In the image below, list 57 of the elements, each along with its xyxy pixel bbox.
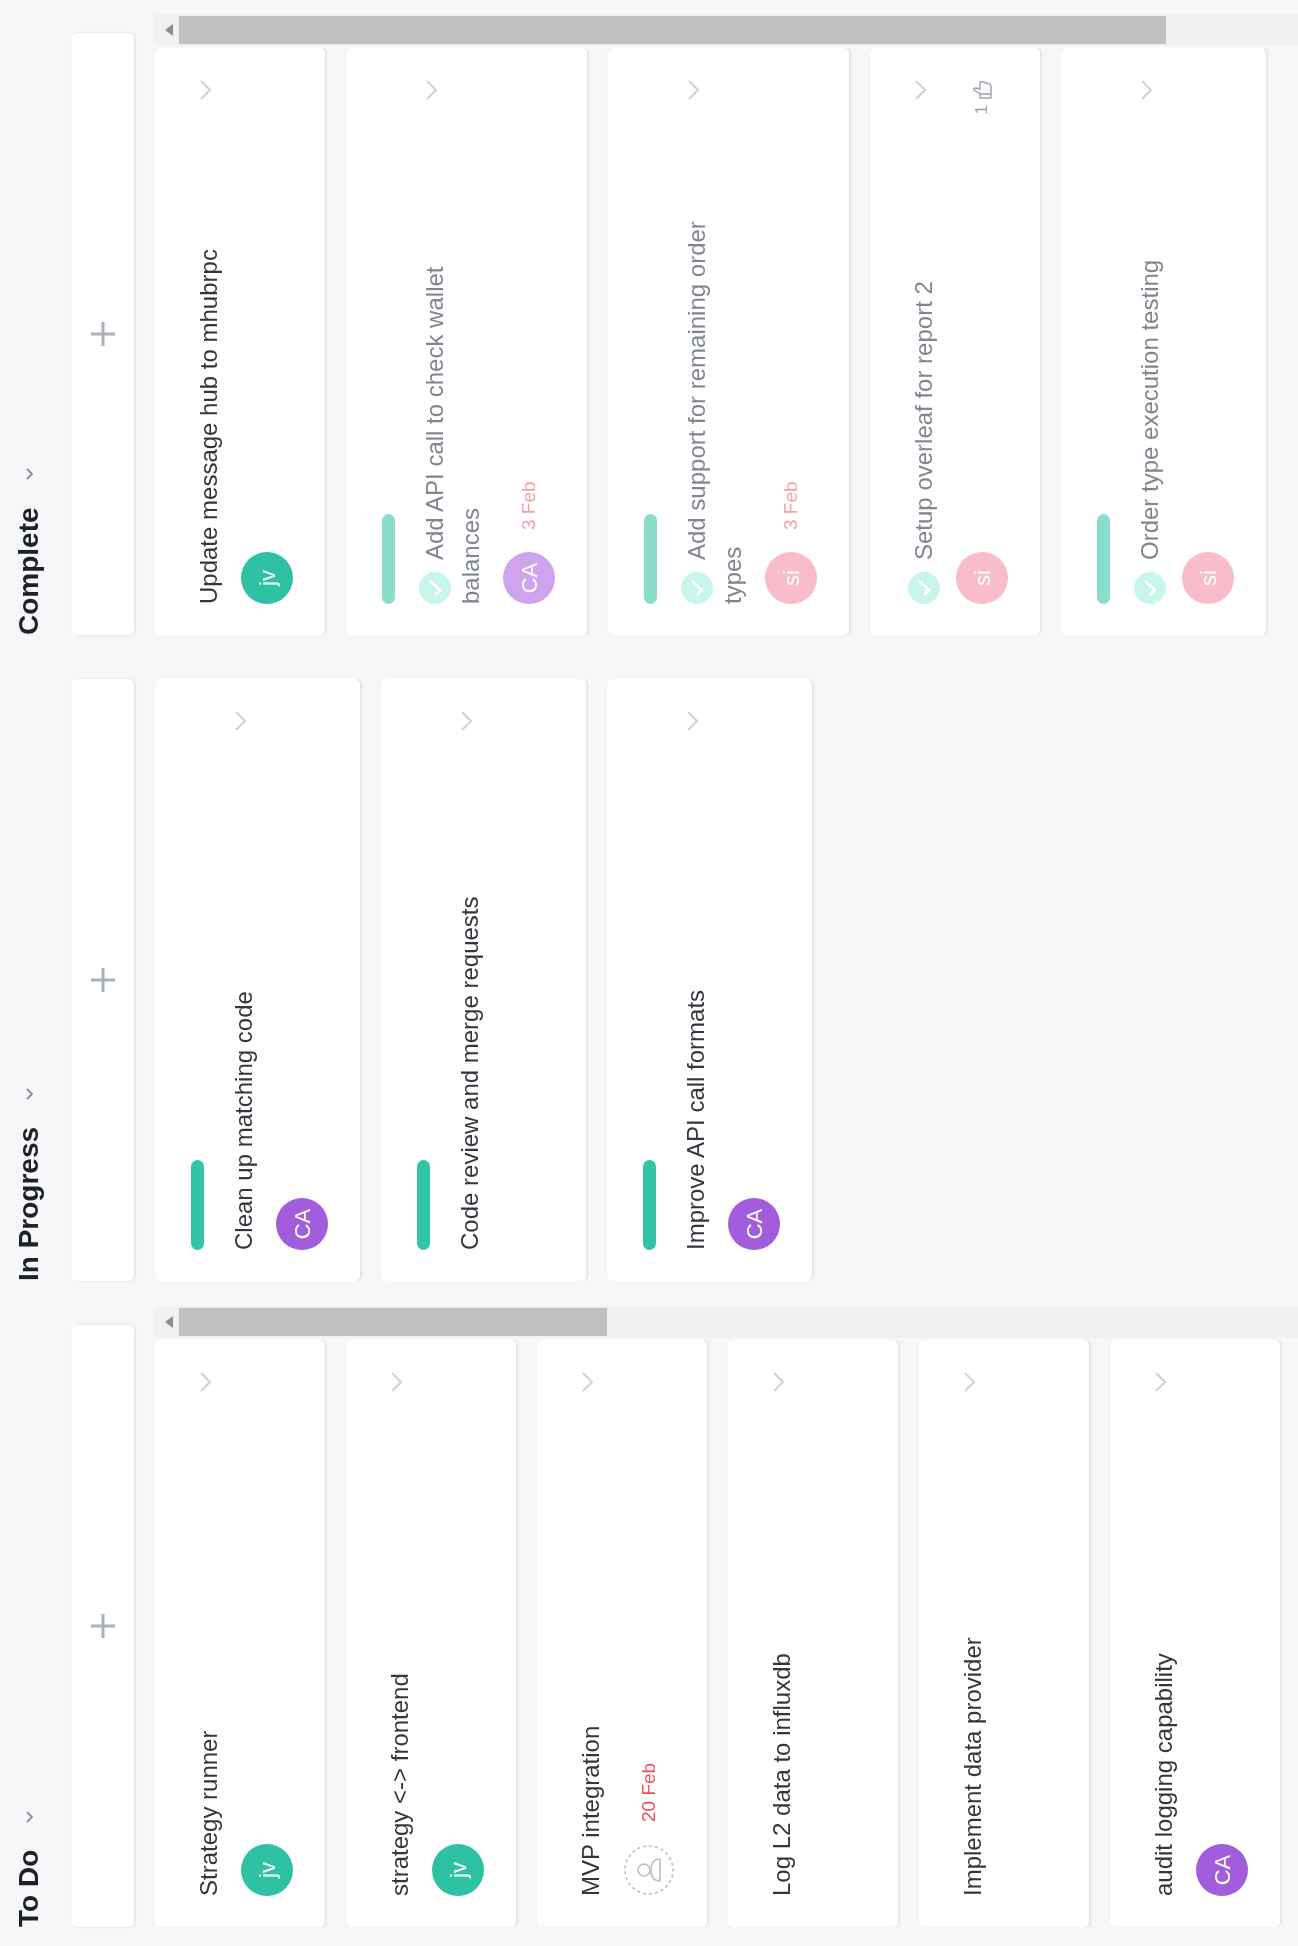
- avatar: si: [765, 552, 817, 604]
- avatar: jv: [241, 552, 293, 604]
- avatar: CA: [1196, 1844, 1248, 1896]
- thumbs-up-icon: [971, 79, 993, 101]
- task-card[interactable]: Clean up matching code CA: [155, 679, 360, 1281]
- task-card[interactable]: Code review and merge requests: [381, 679, 586, 1281]
- card-title: Add API call to check wallet balances: [421, 266, 484, 604]
- triangle-arrow-icon: [165, 24, 173, 36]
- task-card[interactable]: Implement data provider: [919, 1340, 1089, 1927]
- avatar: si: [956, 552, 1008, 604]
- task-card[interactable]: Log L2 data to influxdb: [728, 1340, 898, 1927]
- card-title: strategy <-> frontend: [386, 1673, 413, 1896]
- like-count: 1: [971, 105, 993, 115]
- card-title: Log L2 data to influxdb: [768, 1653, 795, 1896]
- due-date: 20 Feb: [636, 1762, 660, 1822]
- scrollbar-thumb[interactable]: [179, 1308, 607, 1336]
- card-title: Strategy runner: [195, 1730, 222, 1896]
- avatar: CA: [728, 1198, 780, 1250]
- card-title: Code review and merge requests: [456, 896, 483, 1250]
- card-title: Order type execution testing: [1136, 259, 1163, 560]
- task-card[interactable]: Add API call to check wallet balances CA 3 Feb: [346, 48, 587, 635]
- plus-icon: [89, 1612, 117, 1640]
- card-title: audit logging capability: [1150, 1653, 1177, 1896]
- avatar: jv: [432, 1844, 484, 1896]
- avatar: jv: [241, 1844, 293, 1896]
- plus-icon: [89, 320, 117, 348]
- triangle-arrow-icon: [165, 1316, 173, 1328]
- avatar: si: [1182, 552, 1234, 604]
- card-title: Clean up matching code: [230, 991, 257, 1250]
- unassigned-avatar-icon: [623, 1844, 675, 1896]
- task-card[interactable]: audit logging capability CA: [1110, 1340, 1280, 1927]
- column-title: Complete: [12, 507, 45, 635]
- column-title: To Do: [12, 1849, 45, 1927]
- due-date: 3 Feb: [516, 481, 540, 530]
- add-card-button[interactable]: [72, 679, 134, 1281]
- card-title: Update message hub to mhubrpc: [195, 249, 222, 604]
- task-card[interactable]: Add support for remaining order types si 3 Feb: [608, 48, 849, 635]
- add-card-button[interactable]: [72, 33, 134, 635]
- task-card[interactable]: Order type execution testing si: [1061, 48, 1266, 635]
- plus-icon: [89, 966, 117, 994]
- task-card[interactable]: Update message hub to mhubrpc jv: [155, 48, 325, 635]
- task-card[interactable]: MVP integration 20 Feb: [537, 1340, 707, 1927]
- avatar: CA: [276, 1198, 328, 1250]
- card-title: Improve API call formats: [682, 989, 709, 1250]
- task-card[interactable]: Strategy runner jv: [155, 1340, 325, 1927]
- due-date: 3 Feb: [778, 481, 802, 530]
- card-title: Setup overleaf for report 2: [910, 281, 937, 560]
- card-title: Add support for remaining order types: [683, 221, 746, 604]
- avatar: CA: [503, 552, 555, 604]
- card-title: Implement data provider: [959, 1637, 986, 1896]
- task-card[interactable]: strategy <-> frontend jv: [346, 1340, 516, 1927]
- task-card[interactable]: Setup overleaf for report 2 si 1: [870, 48, 1040, 635]
- scrollbar-thumb[interactable]: [179, 16, 1166, 44]
- add-card-button[interactable]: [72, 1325, 134, 1927]
- task-card[interactable]: Improve API call formats CA: [607, 679, 812, 1281]
- column-title: In Progress: [12, 1126, 45, 1281]
- card-title: MVP integration: [577, 1725, 604, 1896]
